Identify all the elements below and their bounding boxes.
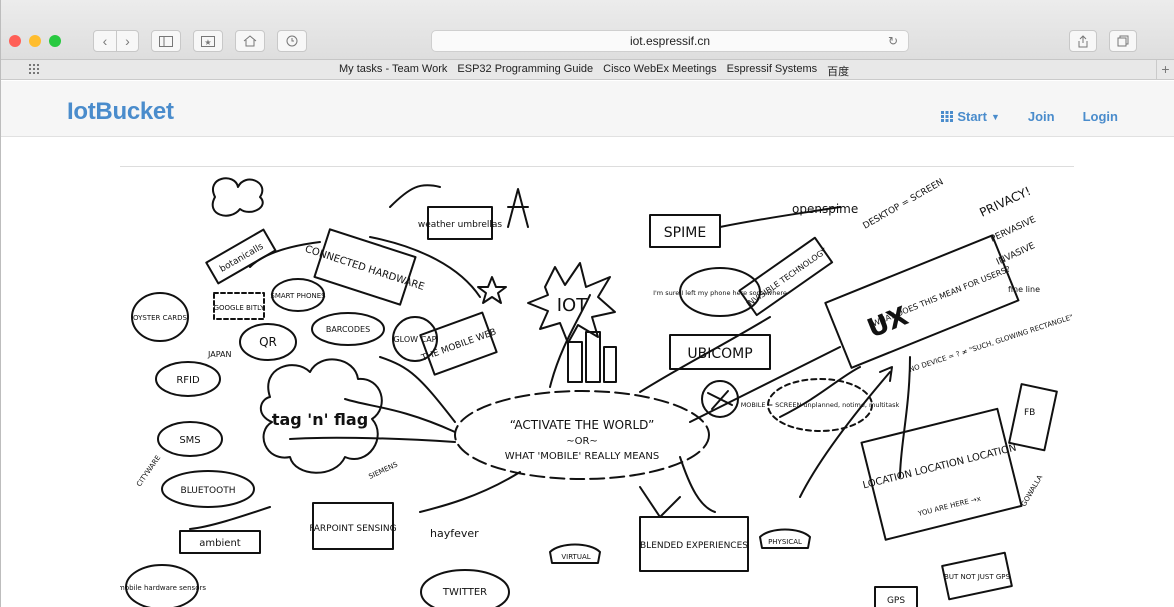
qr-label: QR [259,335,277,349]
bookmark-list: My tasks - Team Work ESP32 Programming G… [339,63,849,79]
back-button[interactable]: ‹ [94,31,116,51]
fb-label: FB [1024,408,1035,418]
mislaid-phone-label: I'm sure I left my phone here somewhere [653,289,787,297]
home-icon [243,35,257,47]
svg-text:★: ★ [204,38,211,47]
privacy-label: PRIVACY! [977,184,1033,220]
smart-phones-label: SMART PHONES [270,292,326,300]
down-arrow-doodle [639,486,681,518]
bluetooth-label: BLUETOOTH [181,486,236,496]
sidebar-toggle-button[interactable] [151,30,181,52]
hayfever-label: hayfever [430,527,479,540]
grid-menu-icon [941,111,954,122]
central-text-line3: WHAT 'MOBILE' REALLY MEANS [505,451,659,462]
reload-icon[interactable]: ↻ [888,34,898,48]
but-not-gps-label: BUT NOT JUST GPS [944,573,1010,581]
caret-down-icon: ▼ [990,111,1000,122]
minimize-window-button[interactable] [29,35,41,47]
share-button[interactable] [1069,30,1097,52]
central-bubble [454,390,710,480]
fine-line-label: fine line [1008,285,1040,294]
top-sites-grid-icon[interactable] [29,64,41,74]
rfid-label: RFID [176,375,200,386]
bookmarks-button[interactable]: ★ [193,30,223,52]
brand-logo[interactable]: IotBucket [67,98,174,126]
start-dropdown[interactable]: Start ▼ [941,109,1000,124]
google-label: GOOGLE BITLY [214,304,266,312]
ubicomp-label: UBICOMP [687,346,752,362]
spime-label: SPIME [664,225,706,241]
bookmark-esp32-guide[interactable]: ESP32 Programming Guide [457,63,593,79]
hero-sketch-image: “ACTIVATE THE WORLD” ~OR~ WHAT 'MOBILE' … [120,166,1074,607]
bookmark-baidu[interactable]: 百度 [827,63,849,79]
virtual-label: VIRTUAL [561,553,590,561]
star-bookmark-icon: ★ [201,35,215,47]
home-button[interactable] [235,30,265,52]
maximize-window-button[interactable] [49,35,61,47]
site-navbar: IotBucket Start ▼ Join Login [1,81,1174,137]
location-label: LOCATION LOCATION LOCATION [862,443,1018,492]
weather-umbrellas-label: weather umbrellas [418,220,502,230]
connected-hardware-label: CONNECTED HARDWARE [303,244,425,293]
desktop-label: DESKTOP = SCREEN [862,177,946,231]
share-icon [1078,34,1088,47]
siemens-label: SIEMENS [367,460,399,481]
twitter-label: TWITTER [442,587,487,598]
window-controls [9,35,61,47]
bookmark-webex[interactable]: Cisco WebEx Meetings [603,63,717,79]
central-text-line2: ~OR~ [566,436,598,447]
central-text-line1: “ACTIVATE THE WORLD” [510,418,655,432]
physical-label: PHYSICAL [768,538,802,546]
star-doodle-icon [477,276,507,304]
sms-label: SMS [179,435,200,446]
blended-label: BLENDED EXPERIENCES [640,541,748,551]
close-window-button[interactable] [9,35,21,47]
building-doodle-icon [567,341,583,383]
mind-map-sketch: “ACTIVATE THE WORLD” ~OR~ WHAT 'MOBILE' … [120,177,1074,607]
login-link[interactable]: Login [1083,109,1118,124]
mobile-hardware-sensors-label: mobile hardware sensors [120,584,206,592]
start-label: Start [957,109,987,124]
tabs-icon [1117,35,1129,47]
tag-flag-label: tag 'n' flag [272,410,368,429]
pervasive-label: PERVASIVE [989,215,1038,245]
sidebar-icon [159,35,173,47]
openspime-label: openspime [792,202,858,216]
glow-cap-label: GLOW CAP [393,335,436,344]
bookmark-teamwork[interactable]: My tasks - Team Work [339,63,447,79]
bookmarks-bar: My tasks - Team Work ESP32 Programming G… [1,60,1174,80]
gps-label: GPS [887,596,905,606]
farpoint-label: FARPOINT SENSING [309,524,396,534]
iot-label: IOT [557,295,588,316]
forward-button[interactable]: › [116,31,138,51]
bookmark-espressif[interactable]: Espressif Systems [727,63,817,79]
tabs-overview-button[interactable] [1109,30,1137,52]
address-bar[interactable]: iot.espressif.cn ↻ [431,30,909,52]
ux-question-label: WHAT DOES THIS MEAN FOR USERS? [871,265,1012,329]
join-link[interactable]: Join [1028,109,1055,124]
browser-window: ‹ › ★ iot.espressif.cn ↻ My tasks - Team… [0,0,1174,607]
mobile-screen-label: MOBILE = SCREEN unplanned, notime, multi… [741,401,900,409]
history-nav: ‹ › [93,30,139,52]
you-are-here-label: YOU ARE HERE →x [916,495,981,519]
ambient-label: ambient [199,538,240,549]
barcodes-label: BARCODES [326,325,370,334]
oyster-label: OYSTER CARDS [133,314,188,322]
umbrella-icon [507,188,529,228]
site-nav-links: Start ▼ Join Login [941,109,1118,124]
cloud-icon [211,177,264,217]
history-button[interactable] [277,30,307,52]
gowalla-label: GOWALLA [1020,473,1045,508]
clock-icon [286,35,298,47]
invasive-label: INVASIVE [995,241,1037,268]
cityware-label: CITYWARE [135,454,162,488]
mobile-web-label: THE MOBILE WEB [419,327,497,364]
japan-label: JAPAN [207,350,231,359]
url-text: iot.espressif.cn [629,34,711,48]
browser-toolbar: ‹ › ★ iot.espressif.cn ↻ [1,0,1174,60]
new-tab-plus-icon[interactable]: + [1156,60,1174,80]
